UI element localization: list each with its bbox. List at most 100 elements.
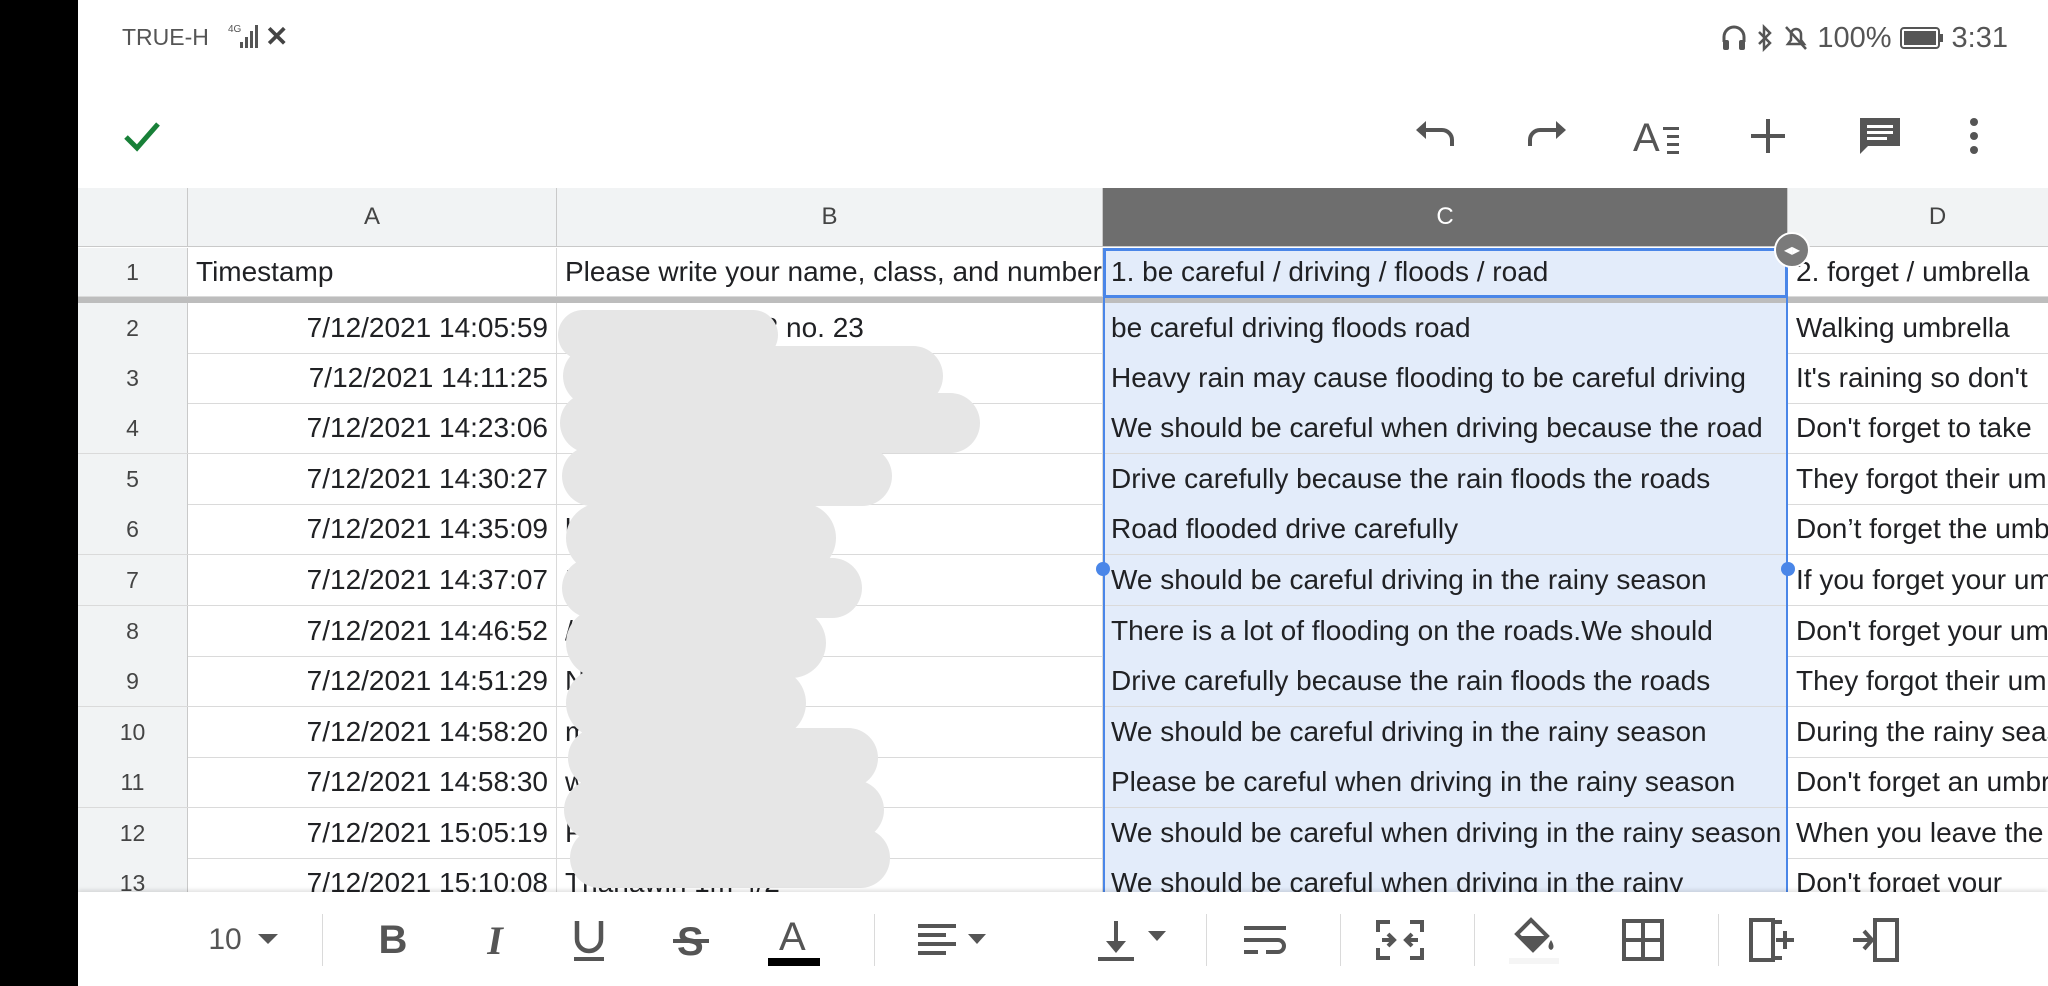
- underline-icon[interactable]: [564, 912, 614, 968]
- battery-percent: 100%: [1817, 21, 1892, 54]
- cell-c[interactable]: There is a lot of flooding on the roads.…: [1103, 606, 1788, 656]
- cell-d[interactable]: Don't forget an umbrella: [1788, 757, 2048, 807]
- select-all-corner[interactable]: [78, 188, 188, 246]
- cell-a[interactable]: 7/12/2021 14:58:20: [188, 707, 557, 757]
- italic-icon[interactable]: I: [470, 912, 520, 968]
- row-header[interactable]: 2: [78, 303, 188, 353]
- column-resize-icon[interactable]: ◂▸: [1774, 232, 1810, 268]
- cell-d[interactable]: When you leave the: [1788, 808, 2048, 858]
- column-header-c[interactable]: C: [1103, 188, 1788, 246]
- redaction-mark: [568, 728, 878, 788]
- cell-d[interactable]: They forgot their umbrella: [1788, 656, 2048, 706]
- comment-icon[interactable]: [1852, 108, 1908, 164]
- cell-a[interactable]: 7/12/2021 14:58:30: [188, 757, 557, 807]
- row-header[interactable]: 3: [78, 353, 188, 403]
- cell-a[interactable]: 7/12/2021 14:51:29: [188, 656, 557, 706]
- bold-icon[interactable]: B: [368, 912, 418, 968]
- cell-d[interactable]: Don’t forget the umbrella: [1788, 504, 2048, 554]
- more-vert-icon[interactable]: [1946, 108, 2002, 164]
- row-header[interactable]: 10: [78, 707, 188, 757]
- redaction-mark: [570, 828, 890, 888]
- table-row: 97/12/2021 14:51:29 No.2Drive carefully …: [78, 656, 2048, 707]
- selection-handle-right[interactable]: [1781, 562, 1795, 576]
- x-app-icon: ✕: [265, 21, 289, 52]
- row-header[interactable]: 8: [78, 606, 188, 656]
- table-row: 87/12/2021 14:46:52 /4There is a lot of …: [78, 606, 2048, 657]
- column-header-a[interactable]: A: [188, 188, 557, 246]
- cell-c[interactable]: Please be careful when driving in the ra…: [1103, 757, 1788, 807]
- fill-color-icon[interactable]: [1494, 912, 1574, 968]
- row-header[interactable]: 5: [78, 454, 188, 504]
- frozen-row-divider[interactable]: [78, 297, 2048, 303]
- cell-a[interactable]: 7/12/2021 14:35:09: [188, 504, 557, 554]
- horizontal-align-icon[interactable]: [898, 912, 1008, 968]
- redaction-mark: [560, 393, 980, 453]
- cell-a[interactable]: 7/12/2021 14:37:07: [188, 555, 557, 605]
- cell-d[interactable]: During the rainy season: [1788, 707, 2048, 757]
- row-header[interactable]: 13: [78, 858, 188, 892]
- check-icon[interactable]: [114, 108, 170, 164]
- column-header-d[interactable]: D: [1788, 188, 2048, 246]
- column-header-b[interactable]: B: [557, 188, 1103, 246]
- insert-row-icon[interactable]: [1840, 912, 1910, 968]
- cell-c[interactable]: Drive carefully because the rain floods …: [1103, 656, 1788, 706]
- cell-a[interactable]: 7/12/2021 14:23:06: [188, 403, 557, 453]
- svg-text:A: A: [1633, 116, 1660, 159]
- status-bar: TRUE-H 4G ✕ 100% 3:31: [78, 0, 2048, 78]
- cell-a[interactable]: 7/12/2021 14:11:25: [188, 353, 557, 403]
- cell-a[interactable]: 7/12/2021 14:05:59: [188, 303, 557, 353]
- top-toolbar: A: [78, 92, 2048, 182]
- status-right-group: 100% 3:31: [1721, 20, 2008, 56]
- font-size-select[interactable]: 10: [193, 912, 293, 968]
- cell-d[interactable]: Walking umbrella: [1788, 303, 2048, 353]
- svg-text:A: A: [779, 915, 806, 959]
- strikethrough-icon[interactable]: S: [666, 912, 716, 968]
- cell-c[interactable]: We should be careful driving in the rain…: [1103, 555, 1788, 605]
- cell-c[interactable]: Heavy rain may cause flooding to be care…: [1103, 353, 1788, 403]
- row-header[interactable]: 7: [78, 555, 188, 605]
- merge-cells-icon[interactable]: [1360, 912, 1440, 968]
- cell-d[interactable]: If you forget your umbrella: [1788, 555, 2048, 605]
- add-icon[interactable]: [1740, 108, 1796, 164]
- selection-handle-left[interactable]: [1096, 562, 1110, 576]
- cell-d[interactable]: 2. forget / umbrella: [1788, 248, 2048, 296]
- cell-c[interactable]: We should be careful when driving in the…: [1103, 808, 1788, 858]
- cell-c[interactable]: We should be careful when driving in the…: [1103, 858, 1788, 892]
- cell-d[interactable]: Don't forget your umbrella: [1788, 606, 2048, 656]
- cell-d[interactable]: Don't forget to take: [1788, 403, 2048, 453]
- clock: 3:31: [1951, 21, 2008, 54]
- row-header[interactable]: 11: [78, 757, 188, 807]
- row-header[interactable]: 4: [78, 403, 188, 453]
- text-wrap-icon[interactable]: [1226, 912, 1306, 968]
- cell-d[interactable]: Don't forget your: [1788, 858, 2048, 892]
- row-header[interactable]: 9: [78, 656, 188, 706]
- text-color-icon[interactable]: A: [764, 912, 824, 968]
- row-header[interactable]: 6: [78, 504, 188, 554]
- cell-d[interactable]: They forgot their umbrella: [1788, 454, 2048, 504]
- redo-icon[interactable]: [1518, 108, 1574, 164]
- cell-a[interactable]: 7/12/2021 15:10:08: [188, 858, 557, 892]
- cell-a[interactable]: 7/12/2021 15:05:19: [188, 808, 557, 858]
- undo-icon[interactable]: [1408, 108, 1464, 164]
- cell-c[interactable]: Drive carefully because the rain floods …: [1103, 454, 1788, 504]
- cell-a[interactable]: 7/12/2021 14:46:52: [188, 606, 557, 656]
- cell-c[interactable]: Road flooded drive carefully: [1103, 504, 1788, 554]
- app-screen: TRUE-H 4G ✕ 100% 3:31 A A B C D 1 Timest…: [78, 0, 2048, 986]
- vertical-align-icon[interactable]: [1078, 912, 1188, 968]
- cell-c[interactable]: be careful driving floods road: [1103, 303, 1788, 353]
- cell-a[interactable]: 7/12/2021 14:30:27: [188, 454, 557, 504]
- cell-b[interactable]: Please write your name, class, and numbe…: [557, 248, 1103, 296]
- cell-d[interactable]: It's raining so don't: [1788, 353, 2048, 403]
- row-header[interactable]: 1: [78, 248, 188, 296]
- insert-column-icon[interactable]: [1738, 912, 1808, 968]
- cell-a[interactable]: Timestamp: [188, 248, 557, 296]
- table-row: 4 7/12/2021 14:23:06 We should be careful …: [78, 403, 2048, 454]
- cell-c[interactable]: We should be careful driving in the rain…: [1103, 707, 1788, 757]
- borders-icon[interactable]: [1608, 912, 1678, 968]
- cell-c[interactable]: We should be careful when driving becaus…: [1103, 403, 1788, 453]
- mute-bell-icon: [1783, 24, 1809, 52]
- row-header[interactable]: 12: [78, 808, 188, 858]
- text-format-icon[interactable]: A: [1630, 108, 1686, 164]
- cell-c[interactable]: 1. be careful / driving / floods / road: [1103, 248, 1788, 296]
- table-row: 127/12/2021 15:05:19P .4/2 no.32 We shou…: [78, 808, 2048, 859]
